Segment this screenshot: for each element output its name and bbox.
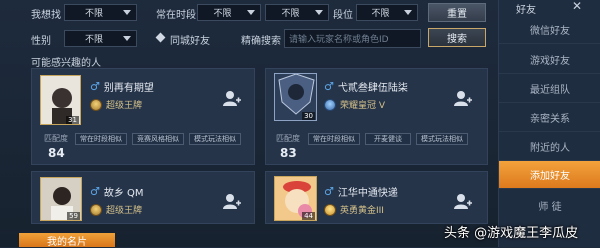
add-friend-icon <box>454 91 472 106</box>
sidebar-item-add-friend[interactable]: 添加好友 <box>499 161 600 189</box>
player-name: 弋貳叁肆伍陆柒 <box>337 83 408 94</box>
player-level: 59 <box>67 212 80 220</box>
recommend-card[interactable]: 30 ♂ 弋貳叁肆伍陆柒 荣耀皇冠 V 匹配度 83 常在时段相似 开麦健谈 模… <box>265 68 488 165</box>
rank-badge-icon <box>90 203 102 216</box>
match-label: 匹配度 <box>276 134 300 143</box>
online-time-select-start[interactable]: 不限 <box>197 4 261 21</box>
diamond-icon[interactable] <box>155 32 166 43</box>
sidebar-header: 好友 ✕ <box>499 0 600 16</box>
search-button[interactable]: 搜索 <box>428 28 486 47</box>
want-find-label: 我想找 <box>31 10 61 21</box>
rank-row: 荣耀皇冠 V <box>324 98 385 111</box>
add-friend-icon <box>454 194 472 209</box>
male-icon: ♂ <box>324 185 334 198</box>
rank-name: 超级王牌 <box>106 206 143 216</box>
online-time-select-end[interactable]: 不限 <box>265 4 329 21</box>
sidebar-item-mentor[interactable]: 师 徒 <box>499 191 600 219</box>
rank-name: 超级王牌 <box>106 101 143 111</box>
close-icon[interactable]: ✕ <box>572 0 582 13</box>
gender-label: 性别 <box>31 36 51 47</box>
gender-value: 不限 <box>84 35 103 45</box>
player-name: 江华中通快递 <box>337 188 398 199</box>
recommend-card[interactable]: 31 ♂ 别再有期望 超级王牌 匹配度 84 常在时段相似 竞赛风格相似 模式玩… <box>31 68 255 165</box>
chevron-down-icon <box>247 10 255 15</box>
player-name-row: ♂ 故乡 QM <box>90 184 144 199</box>
sidebar-item-nearby[interactable]: 附近的人 <box>499 133 600 161</box>
rank-name: 荣耀皇冠 V <box>340 101 386 111</box>
chevron-down-icon <box>315 10 323 15</box>
rank-row: 超级王牌 <box>90 98 142 111</box>
add-friend-panel: 我想找 不限 常在时段 不限 不限 段位 不限 重置 性别 不限 同城好友 精确… <box>0 0 498 248</box>
male-icon: ♂ <box>324 80 334 93</box>
recommend-card[interactable]: 44 ♂ 江华中通快递 英勇黄金III <box>265 171 488 224</box>
watermark: 头条 @游戏魔王李瓜皮 <box>444 226 579 241</box>
section-title: 可能感兴趣的人 <box>31 58 101 69</box>
tag: 常在时段相似 <box>75 133 127 145</box>
add-friend-icon <box>223 91 241 106</box>
gender-select[interactable]: 不限 <box>64 30 137 47</box>
player-search-input[interactable]: 请输入玩家名称或角色ID <box>284 29 421 48</box>
tag: 竞赛风格相似 <box>132 133 184 145</box>
precise-search-label: 精确搜索 <box>241 36 281 47</box>
sidebar-item-game-friends[interactable]: 游戏好友 <box>499 46 600 74</box>
avatar[interactable]: 44 <box>274 176 317 221</box>
player-name: 别再有期望 <box>103 83 154 94</box>
player-name-row: ♂ 别再有期望 <box>90 79 154 94</box>
tag: 模式玩法相似 <box>189 133 241 145</box>
my-card-button[interactable]: 我的名片 <box>19 233 115 248</box>
avatar[interactable]: 59 <box>40 177 82 221</box>
sidebar-item-recent-team[interactable]: 最近组队 <box>499 75 600 103</box>
chevron-down-icon <box>123 10 131 15</box>
rank-badge-icon <box>324 203 336 216</box>
online-time-value-start: 不限 <box>213 9 232 19</box>
tag: 常在时段相似 <box>308 133 360 145</box>
sidebar-item-wechat-friends[interactable]: 微信好友 <box>499 16 600 44</box>
add-friend-button[interactable] <box>452 190 474 212</box>
player-name-row: ♂ 弋貳叁肆伍陆柒 <box>324 79 408 94</box>
player-level: 30 <box>302 112 315 120</box>
avatar[interactable]: 31 <box>40 75 81 125</box>
reset-button[interactable]: 重置 <box>428 3 486 22</box>
rank-row: 英勇黄金III <box>324 203 384 216</box>
rank-badge-icon <box>324 98 336 111</box>
friends-sidebar: 好友 ✕ 微信好友 游戏好友 最近组队 亲密关系 附近的人 添加好友 师 徒 <box>498 0 600 247</box>
chevron-down-icon <box>404 10 412 15</box>
tag: 开麦健谈 <box>365 133 411 145</box>
sidebar-title: 好友 <box>516 5 536 16</box>
match-label: 匹配度 <box>44 134 68 143</box>
online-time-value-end: 不限 <box>281 9 300 19</box>
male-icon: ♂ <box>90 80 100 93</box>
online-time-label: 常在时段 <box>156 10 196 21</box>
tag: 模式玩法相似 <box>416 133 468 145</box>
rank-name: 英勇黄金III <box>340 206 384 216</box>
match-value: 83 <box>280 146 297 160</box>
rank-row: 超级王牌 <box>90 203 142 216</box>
add-friend-icon <box>223 194 241 209</box>
sidebar-item-intimacy[interactable]: 亲密关系 <box>499 104 600 132</box>
match-value: 84 <box>48 146 65 160</box>
player-level: 31 <box>66 116 79 124</box>
rank-badge-icon <box>90 98 102 111</box>
want-find-select[interactable]: 不限 <box>64 4 137 21</box>
add-friend-button[interactable] <box>221 190 243 212</box>
recommend-card[interactable]: 59 ♂ 故乡 QM 超级王牌 <box>31 171 255 224</box>
add-friend-button[interactable] <box>452 87 474 109</box>
add-friend-button[interactable] <box>221 87 243 109</box>
avatar[interactable]: 30 <box>274 73 317 121</box>
tier-value: 不限 <box>371 9 390 19</box>
same-city-label[interactable]: 同城好友 <box>170 32 210 47</box>
male-icon: ♂ <box>90 185 100 198</box>
player-name: 故乡 QM <box>103 188 144 199</box>
tier-select[interactable]: 不限 <box>356 4 418 21</box>
tier-label: 段位 <box>333 10 353 21</box>
player-level: 44 <box>302 212 315 220</box>
chevron-down-icon <box>123 36 131 41</box>
want-find-value: 不限 <box>84 9 103 19</box>
player-name-row: ♂ 江华中通快递 <box>324 184 398 199</box>
